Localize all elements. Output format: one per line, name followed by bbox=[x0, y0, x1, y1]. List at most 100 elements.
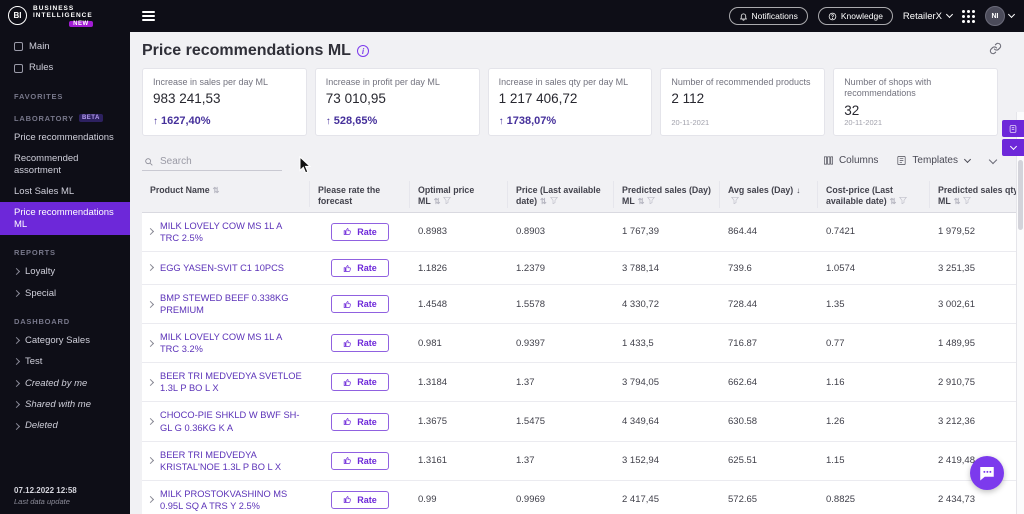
vertical-scrollbar[interactable] bbox=[1018, 160, 1023, 230]
sort-icon[interactable]: ⇅ bbox=[954, 197, 961, 206]
rate-button[interactable]: Rate bbox=[331, 412, 389, 431]
row-expand-chevron-icon[interactable] bbox=[146, 378, 155, 386]
column-header-name[interactable]: Product Name ⇅ bbox=[142, 181, 310, 207]
cell-pred-sales: 3 794,05 bbox=[622, 376, 659, 388]
row-expand-chevron-icon[interactable] bbox=[146, 300, 155, 308]
cell-avg-sales: 728.44 bbox=[728, 298, 758, 310]
panel-export-button[interactable] bbox=[1002, 120, 1024, 137]
rate-cell: Rate bbox=[310, 406, 410, 438]
column-header-pred-qty[interactable]: Predicted sales qty ML ⇅ bbox=[930, 181, 1024, 208]
search-input[interactable] bbox=[160, 156, 280, 167]
product-name[interactable]: EGG YASEN-SVIT C1 10PCS bbox=[160, 262, 284, 274]
row-expand-chevron-icon[interactable] bbox=[146, 228, 155, 236]
kpi-row: Increase in sales per day ML 983 241,53 ↑ 1… bbox=[142, 68, 1016, 136]
column-header-pred-sales[interactable]: Predicted sales (Day) ML ⇅ bbox=[614, 181, 720, 208]
product-name[interactable]: BEER TRI MEDVEDYA SVETLOE 1.3L P BO L X bbox=[160, 370, 302, 394]
templates-button[interactable]: Templates bbox=[896, 155, 972, 166]
column-header-optimal[interactable]: Optimal price ML ⇅ bbox=[410, 181, 508, 208]
cell-optimal: 1.1826 bbox=[418, 262, 448, 274]
sidebar-item-recommended-assortment[interactable]: Recommended assortment bbox=[0, 148, 130, 181]
filter-icon[interactable] bbox=[647, 196, 656, 207]
rate-button[interactable]: Rate bbox=[331, 259, 389, 277]
columns-button[interactable]: Columns bbox=[823, 155, 878, 166]
filter-icon[interactable] bbox=[963, 196, 972, 207]
info-icon[interactable]: i bbox=[356, 45, 369, 57]
product-name[interactable]: BEER TRI MEDVEDYA KRISTAL'NOE 1.3L P BO … bbox=[160, 449, 302, 473]
product-name-cell: MILK PROSTOKVASHINO MS 0.95L SQ A TRS Y … bbox=[142, 481, 310, 514]
cell-cost: 1.15 bbox=[826, 455, 845, 467]
thumbs-up-icon bbox=[344, 228, 351, 236]
sort-icon[interactable]: ⇅ bbox=[638, 197, 645, 206]
product-name[interactable]: MILK LOVELY COW MS 1L A TRC 2.5% bbox=[160, 220, 302, 244]
rate-button[interactable]: Rate bbox=[331, 373, 389, 392]
columns-label: Columns bbox=[838, 155, 879, 166]
panel-collapse-button[interactable] bbox=[1002, 139, 1024, 156]
rate-button[interactable]: Rate bbox=[331, 490, 389, 509]
column-header-rate[interactable]: Please rate the forecast bbox=[310, 181, 410, 208]
product-name[interactable]: BMP STEWED BEEF 0.338KG PREMIUM bbox=[160, 292, 302, 316]
column-header-avg-sales[interactable]: Avg sales (Day) ↓ bbox=[720, 181, 818, 208]
chevron-right-icon bbox=[12, 401, 21, 409]
row-expand-chevron-icon[interactable] bbox=[146, 339, 155, 347]
sidebar-item-price-recommendations[interactable]: Price recommendations bbox=[0, 127, 130, 148]
rate-button-label: Rate bbox=[357, 299, 377, 310]
templates-label: Templates bbox=[912, 155, 958, 166]
rate-button[interactable]: Rate bbox=[331, 295, 389, 314]
product-name-cell: CHOCO-PIE SHKLD W BWF SH-GL G 0.36KG K A bbox=[142, 402, 310, 440]
link-icon[interactable] bbox=[989, 42, 1002, 60]
knowledge-button[interactable]: Knowledge bbox=[817, 7, 893, 25]
sidebar-item-main[interactable]: Main bbox=[0, 36, 130, 57]
sort-icon[interactable]: ⇅ bbox=[540, 197, 547, 206]
rate-button-label: Rate bbox=[357, 226, 377, 237]
row-expand-chevron-icon[interactable] bbox=[146, 457, 155, 465]
filter-icon[interactable] bbox=[549, 196, 558, 207]
cell-optimal: 0.981 bbox=[418, 337, 442, 349]
rate-button[interactable]: Rate bbox=[331, 222, 389, 241]
sort-desc-icon[interactable]: ↓ bbox=[796, 186, 800, 195]
kpi-card-increase-in-sales-qty-per-day-ml: Increase in sales qty per day ML 1 217 40… bbox=[487, 68, 653, 136]
filter-icon[interactable] bbox=[443, 196, 452, 207]
topbar-actions: Notifications Knowledge RetailerX NI bbox=[728, 6, 1024, 26]
product-name[interactable]: MILK LOVELY COW MS 1L A TRC 3.2% bbox=[160, 331, 302, 355]
sidebar-item-shared-with-me[interactable]: Shared with me bbox=[0, 394, 130, 415]
user-menu[interactable]: NI bbox=[985, 6, 1016, 26]
toolbar-collapse-chevron-icon[interactable] bbox=[988, 150, 998, 171]
brand-line2: INTELLIGENCE bbox=[33, 12, 93, 20]
chat-button[interactable] bbox=[970, 456, 1004, 490]
product-name[interactable]: CHOCO-PIE SHKLD W BWF SH-GL G 0.36KG K A bbox=[160, 409, 302, 433]
sidebar-item-loyalty[interactable]: Loyalty bbox=[0, 261, 130, 282]
rate-button[interactable]: Rate bbox=[331, 451, 389, 470]
filter-icon[interactable] bbox=[899, 196, 908, 207]
sidebar-item-lost-sales-ml[interactable]: Lost Sales ML bbox=[0, 181, 130, 202]
sort-icon[interactable]: ⇅ bbox=[434, 197, 441, 206]
row-expand-chevron-icon[interactable] bbox=[146, 264, 155, 272]
sort-icon[interactable]: ⇅ bbox=[890, 197, 897, 206]
sidebar-item-rules[interactable]: Rules bbox=[0, 57, 130, 78]
column-header-cost[interactable]: Cost-price (Last available date) ⇅ bbox=[818, 181, 930, 208]
search-box[interactable] bbox=[142, 153, 282, 171]
product-name[interactable]: MILK PROSTOKVASHINO MS 0.95L SQ A TRS Y … bbox=[160, 488, 302, 512]
kpi-value: 73 010,95 bbox=[325, 91, 386, 107]
kpi-value: 32 bbox=[844, 102, 860, 118]
row-expand-chevron-icon[interactable] bbox=[146, 496, 155, 504]
row-expand-chevron-icon[interactable] bbox=[146, 418, 155, 426]
sidebar-item-deleted[interactable]: Deleted bbox=[0, 415, 130, 436]
sidebar-item-category-sales[interactable]: Category Sales bbox=[0, 330, 130, 351]
rate-button[interactable]: Rate bbox=[331, 334, 389, 353]
chevron-right-icon bbox=[12, 358, 21, 366]
column-header-price[interactable]: Price (Last available date) ⇅ bbox=[508, 181, 614, 208]
column-header-label: Product Name bbox=[150, 185, 210, 195]
sidebar-item-test[interactable]: Test bbox=[0, 351, 130, 372]
filter-icon[interactable] bbox=[730, 196, 740, 207]
sort-icon[interactable]: ⇅ bbox=[213, 186, 220, 195]
notifications-button[interactable]: Notifications bbox=[728, 7, 808, 25]
sidebar-item-price-recommendations-ml[interactable]: Price recommendations ML bbox=[0, 202, 130, 236]
sidebar-item-created-by-me[interactable]: Created by me bbox=[0, 373, 130, 394]
apps-grid-icon[interactable] bbox=[962, 9, 975, 23]
sidebar-item-special[interactable]: Special bbox=[0, 283, 130, 304]
hamburger-menu-icon[interactable] bbox=[142, 11, 155, 21]
cell-price: 1.5475 bbox=[516, 416, 546, 428]
cell-pred-qty: 3 002,61 bbox=[938, 298, 975, 310]
retailer-dropdown[interactable]: RetailerX bbox=[903, 11, 954, 22]
column-header-label: Predicted sales (Day) ML bbox=[622, 185, 711, 207]
